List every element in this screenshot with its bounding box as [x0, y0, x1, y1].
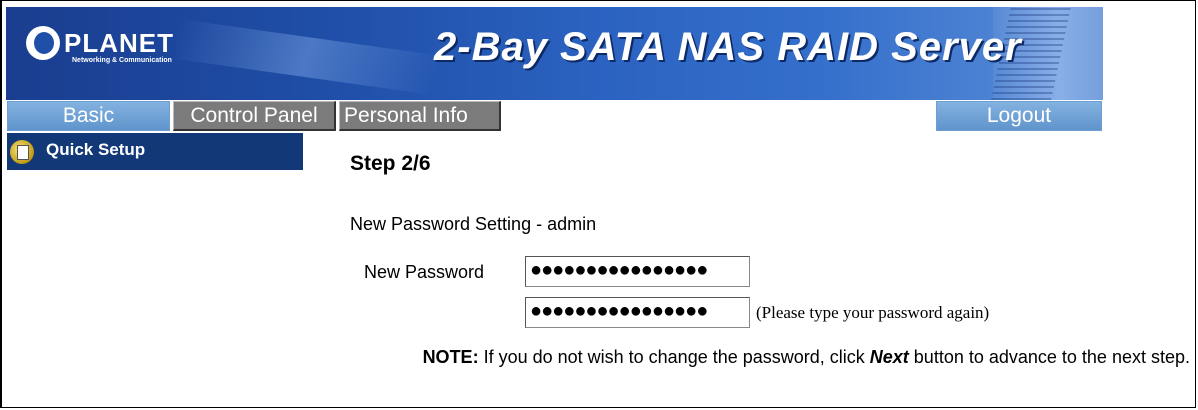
logout-button[interactable]: Logout — [936, 101, 1102, 131]
tab-control-panel[interactable]: Control Panel — [173, 101, 336, 131]
new-password-input[interactable]: ●●●●●●●●●●●●●●●● — [525, 256, 750, 287]
tab-basic[interactable]: Basic — [7, 101, 170, 131]
header-banner: PLANET Networking & Communication 2-Bay … — [6, 7, 1103, 100]
sidebar-item-label: Quick Setup — [46, 140, 146, 159]
note-next-emphasis: Next — [869, 347, 909, 367]
note-text-before: If you do not wish to change the passwor… — [478, 347, 870, 367]
logo-tagline: Networking & Communication — [72, 57, 172, 64]
note-text: NOTE: If you do not wish to change the p… — [355, 344, 1190, 370]
banner-streak — [174, 19, 438, 95]
logo-text: PLANET — [64, 28, 174, 58]
note-prefix: NOTE: — [422, 347, 479, 367]
sidebar-item-quick-setup[interactable]: Quick Setup — [7, 133, 303, 170]
new-password-label: New Password — [364, 262, 485, 282]
step-title: Step 2/6 — [350, 152, 431, 175]
planet-logo-icon — [26, 26, 60, 60]
retype-hint: (Please type your password again) — [756, 303, 990, 322]
tab-personal-info[interactable]: Personal Info — [339, 101, 501, 131]
section-title: New Password Setting - admin — [350, 214, 597, 234]
product-title: 2-Bay SATA NAS RAID Server — [434, 25, 1022, 69]
confirm-password-input[interactable]: ●●●●●●●●●●●●●●●● — [525, 297, 750, 328]
quick-setup-icon — [10, 140, 34, 164]
note-text-after: button to advance to the next step. — [908, 347, 1190, 367]
